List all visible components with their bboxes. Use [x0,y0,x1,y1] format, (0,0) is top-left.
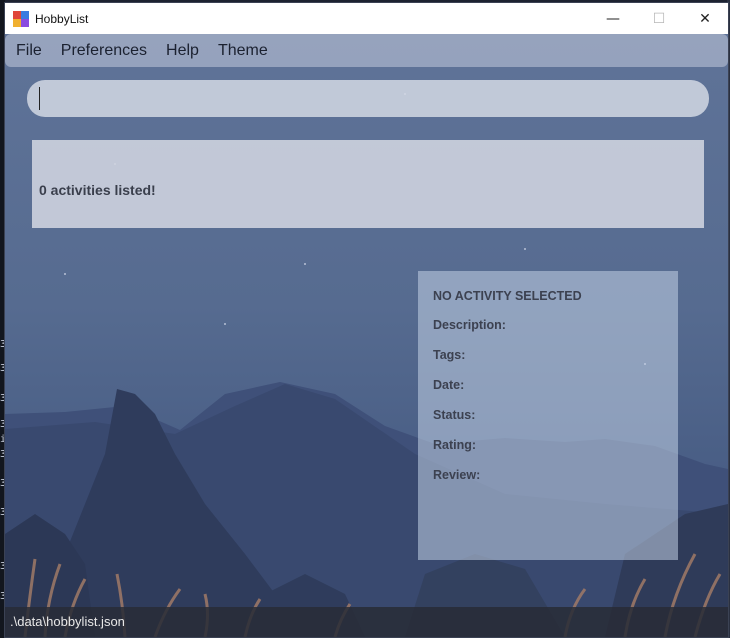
window-title: HobbyList [35,11,89,26]
activity-detail-panel: NO ACTIVITY SELECTED Description: Tags: … [418,271,678,560]
main-area: File Preferences Help Theme 0 activities… [5,34,728,637]
result-message: 0 activities listed! [39,182,156,198]
result-display: 0 activities listed! [32,140,704,228]
detail-header: NO ACTIVITY SELECTED [433,289,582,303]
menu-help[interactable]: Help [158,42,207,60]
maximize-button[interactable]: ☐ [636,3,682,34]
data-file-path: .\data\hobbylist.json [10,614,125,629]
title-bar[interactable]: HobbyList — ☐ ✕ [5,3,728,34]
menu-bar: File Preferences Help Theme [5,34,728,67]
status-bar: .\data\hobbylist.json [5,607,728,637]
detail-description-label: Description: [433,318,506,332]
text-caret [39,87,40,110]
detail-tags-label: Tags: [433,348,466,362]
close-button[interactable]: ✕ [682,3,728,34]
menu-preferences[interactable]: Preferences [53,42,155,60]
detail-review-label: Review: [433,468,481,482]
app-icon [13,10,29,27]
app-window: HobbyList — ☐ ✕ File Preferences Help Th… [4,2,729,638]
menu-theme[interactable]: Theme [210,42,276,60]
menu-file[interactable]: File [8,42,50,60]
detail-rating-label: Rating: [433,438,477,452]
command-input[interactable] [27,80,709,117]
detail-status-label: Status: [433,408,476,422]
minimize-button[interactable]: — [590,3,636,34]
detail-date-label: Date: [433,378,465,392]
